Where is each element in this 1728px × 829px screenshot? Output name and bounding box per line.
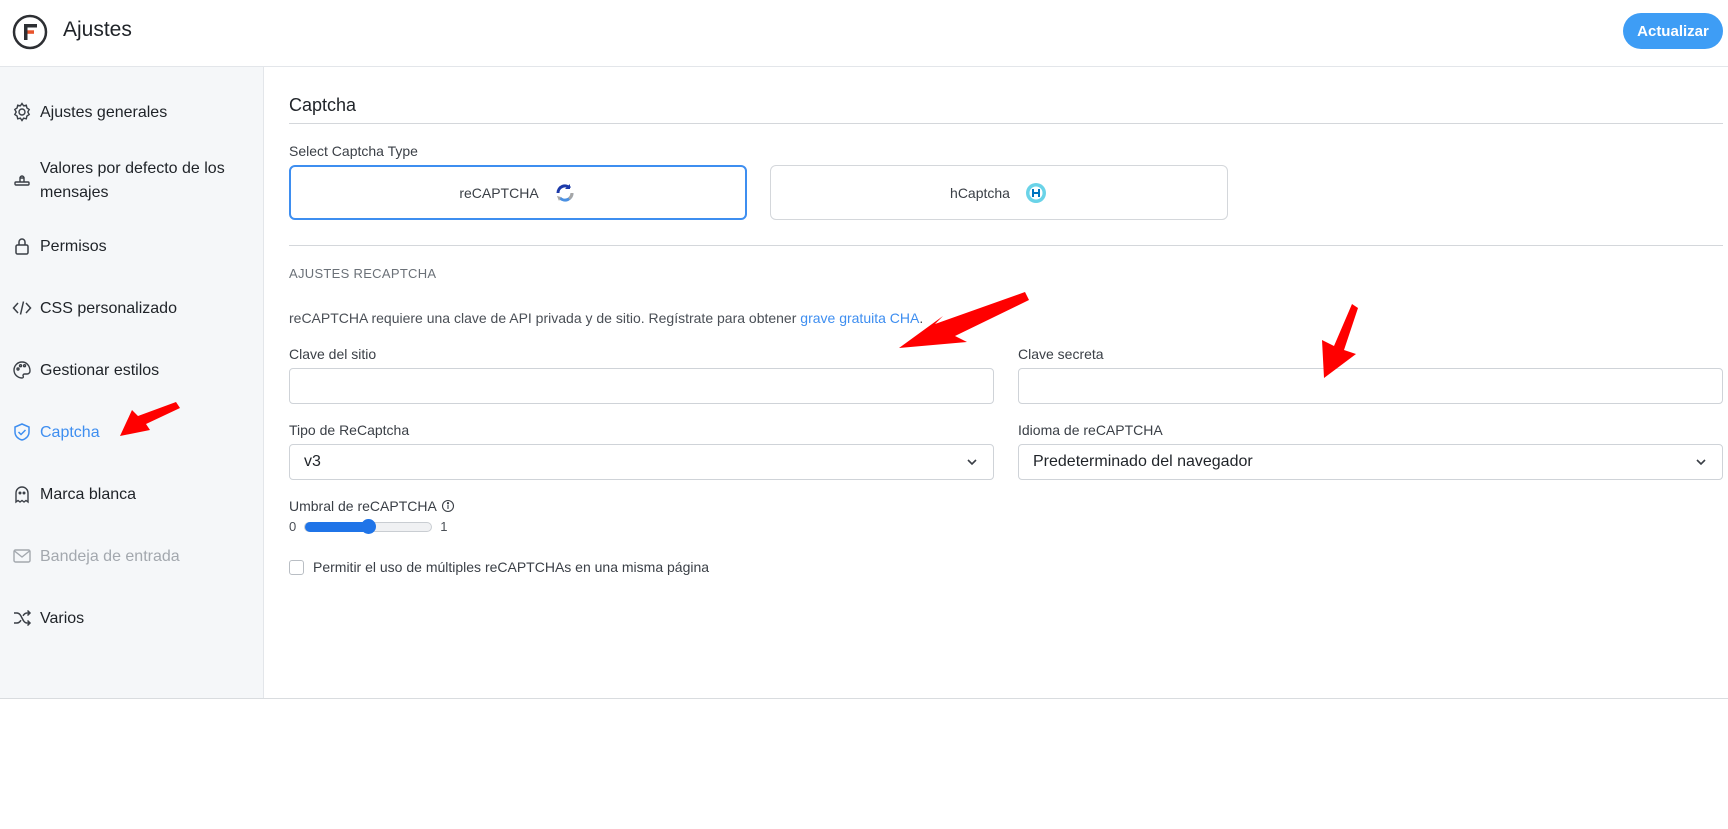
lock-icon xyxy=(15,238,29,255)
recaptcha-type-label: Tipo de ReCaptcha xyxy=(289,422,410,438)
sidebar-item-message-defaults[interactable]: Valores por defecto de los mensajes xyxy=(12,157,250,205)
select-value: Predeterminado del navegador xyxy=(1033,453,1253,470)
secret-key-input[interactable] xyxy=(1018,368,1723,404)
palette-icon xyxy=(13,361,31,379)
sidebar-item-white-label[interactable]: Marca blanca xyxy=(12,483,250,507)
slider-min-label: 0 xyxy=(289,519,297,534)
recaptcha-settings-heading: AJUSTES RECAPTCHA xyxy=(289,266,437,281)
multiple-recaptcha-row[interactable]: Permitir el uso de múltiples reCAPTCHAs … xyxy=(289,559,709,575)
slider-thumb[interactable] xyxy=(361,518,377,534)
mail-icon xyxy=(13,549,31,563)
sidebar-item-custom-css[interactable]: CSS personalizado xyxy=(12,297,250,321)
slider-max-label: 1 xyxy=(440,519,448,534)
sidebar-item-label: Valores por defecto de los mensajes xyxy=(40,160,225,201)
divider xyxy=(289,245,1723,246)
recaptcha-type-select[interactable]: v3 xyxy=(289,444,994,480)
sidebar-item-label: Gestionar estilos xyxy=(40,362,160,379)
select-value: v3 xyxy=(304,453,321,470)
sidebar: Ajustes generales Valores por defecto de… xyxy=(0,67,264,698)
annotation-arrow-icon xyxy=(899,292,1029,348)
recaptcha-language-select[interactable]: Predeterminado del navegador xyxy=(1018,444,1723,480)
code-icon xyxy=(12,301,32,315)
multiple-recaptcha-label: Permitir el uso de múltiples reCAPTCHAs … xyxy=(313,559,710,575)
page-title: Ajustes xyxy=(63,18,132,41)
hcaptcha-icon xyxy=(1025,182,1046,203)
shuffle-icon xyxy=(14,609,32,627)
sidebar-item-manage-styles[interactable]: Gestionar estilos xyxy=(12,359,250,383)
annotation-arrow-icon xyxy=(120,402,180,436)
captcha-option-label: hCaptcha xyxy=(950,184,1010,201)
threshold-slider-row: 0 1 xyxy=(289,518,448,534)
fluent-forms-logo-icon xyxy=(12,14,48,50)
divider xyxy=(289,123,1723,124)
shield-check-icon xyxy=(14,423,30,441)
sidebar-item-label: Bandeja de entrada xyxy=(40,548,180,565)
sidebar-item-label: Marca blanca xyxy=(40,486,137,503)
site-key-input[interactable] xyxy=(289,368,994,404)
update-button[interactable]: Actualizar xyxy=(1623,13,1723,49)
chevron-down-icon xyxy=(967,459,977,466)
sidebar-item-permissions[interactable]: Permisos xyxy=(12,235,250,259)
sidebar-item-misc[interactable]: Varios xyxy=(12,607,250,631)
recaptcha-language-label: Idioma de reCAPTCHA xyxy=(1018,422,1163,438)
sidebar-item-label: CSS personalizado xyxy=(40,300,177,317)
multiple-recaptcha-checkbox[interactable] xyxy=(289,559,304,575)
annotation-arrow-icon xyxy=(1322,304,1358,378)
top-bar: Ajustes Actualizar xyxy=(0,0,1728,67)
ghost-icon xyxy=(15,486,29,504)
footer-divider xyxy=(0,698,1728,699)
hcaptcha-option[interactable]: hCaptcha xyxy=(770,165,1228,220)
section-title: Captcha xyxy=(289,95,357,115)
recaptcha-icon xyxy=(556,183,574,202)
threshold-slider[interactable] xyxy=(304,518,433,534)
captcha-option-label: reCAPTCHA xyxy=(459,184,539,201)
stamp-icon xyxy=(14,175,30,186)
gear-icon xyxy=(13,102,31,122)
threshold-label: Umbral de reCAPTCHA xyxy=(289,498,437,514)
sidebar-item-general-settings[interactable]: Ajustes generales xyxy=(12,101,250,125)
recaptcha-info-text: reCAPTCHA requiere una clave de API priv… xyxy=(289,310,923,326)
slider-fill xyxy=(305,521,369,532)
site-key-label: Clave del sitio xyxy=(289,346,377,362)
sidebar-item-label: Varios xyxy=(40,610,85,627)
recaptcha-signup-link[interactable]: grave gratuita xyxy=(800,310,886,326)
sidebar-item-label: Permisos xyxy=(40,238,107,255)
chevron-down-icon xyxy=(1696,459,1706,466)
sidebar-item-inbox[interactable]: Bandeja de entrada xyxy=(12,545,250,569)
threshold-label-row: Umbral de reCAPTCHA xyxy=(289,498,455,514)
info-icon[interactable] xyxy=(441,499,455,513)
captcha-type-label: Select Captcha Type xyxy=(289,143,418,159)
sidebar-item-label: Ajustes generales xyxy=(40,104,168,121)
recaptcha-option[interactable]: reCAPTCHA xyxy=(289,165,747,220)
info-text: reCAPTCHA requiere una clave de API priv… xyxy=(289,310,801,326)
